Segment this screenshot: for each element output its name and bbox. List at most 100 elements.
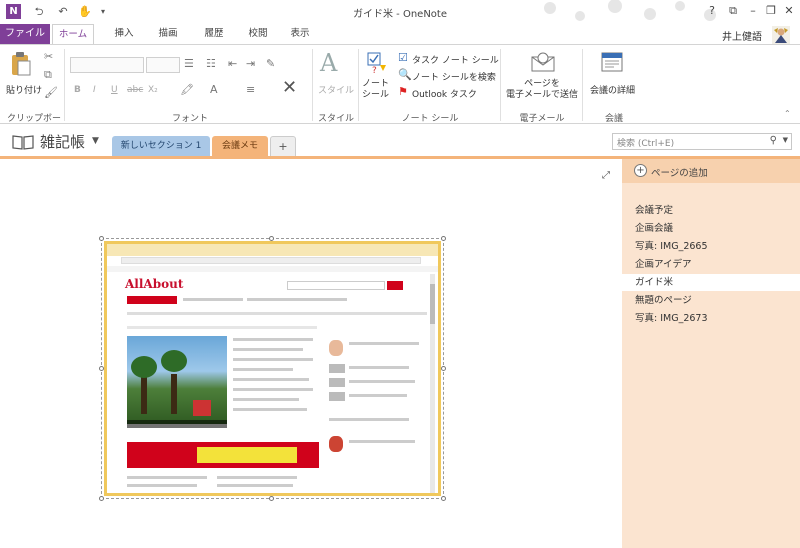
ribbon-separator <box>312 49 313 121</box>
resize-handle[interactable] <box>441 236 446 241</box>
group-label-style: スタイル <box>317 114 354 124</box>
tab-history[interactable]: 履歴 <box>196 24 232 44</box>
bold-button[interactable]: B <box>74 85 81 95</box>
styles-button[interactable]: スタイル <box>318 83 354 96</box>
notebook-name[interactable]: 雑記帳 <box>40 131 85 152</box>
page-item[interactable]: 写真: IMG_2665 <box>622 238 800 255</box>
paste-icon[interactable] <box>10 51 32 77</box>
italic-button[interactable]: I <box>93 85 96 95</box>
resize-handle[interactable] <box>441 496 446 501</box>
back-icon[interactable]: ⮌ <box>32 5 46 19</box>
strikethrough-button[interactable]: abc <box>127 85 143 95</box>
increase-indent-icon[interactable]: ⇥ <box>246 57 255 70</box>
outlook-task-button[interactable]: Outlook タスク <box>412 87 477 100</box>
resize-handle[interactable] <box>269 496 274 501</box>
section-tab-new-section-1[interactable]: 新しいセクション 1 <box>112 136 210 158</box>
collapse-ribbon-icon[interactable]: ⌃ <box>784 109 791 118</box>
note-seal-icon[interactable]: ? <box>366 51 388 75</box>
notebook-book-icon[interactable] <box>12 134 34 150</box>
undo-icon[interactable]: ↶ <box>56 5 70 19</box>
format-painter-icon[interactable]: 🖌 <box>44 86 58 99</box>
page-item-selected[interactable]: ガイド米 <box>622 274 800 291</box>
font-name-combo[interactable] <box>70 57 144 73</box>
note-seal-button[interactable]: ノート シール <box>362 79 389 101</box>
help-button[interactable]: ? <box>703 3 721 19</box>
copy-icon[interactable]: ⧉ <box>44 68 52 82</box>
cut-icon[interactable]: ✂ <box>44 50 53 63</box>
user-name[interactable]: 井上健語 <box>722 28 762 43</box>
add-section-button[interactable]: + <box>270 136 296 158</box>
align-icon[interactable]: ≡ <box>246 83 255 96</box>
send-page-email-button[interactable]: ページを 電子メールで送信 <box>504 79 580 101</box>
underline-button[interactable]: U <box>111 85 118 95</box>
site-text-line <box>329 418 409 421</box>
delete-icon[interactable]: ✕ <box>282 77 297 98</box>
task-checkbox-icon: ☑ <box>398 51 408 64</box>
decrease-indent-icon[interactable]: ⇤ <box>228 57 237 70</box>
tab-draw[interactable]: 描画 <box>150 24 186 44</box>
site-text-line <box>349 366 409 369</box>
restore-button[interactable]: ❐ <box>762 3 780 19</box>
add-page-label: ページの追加 <box>651 168 708 179</box>
task-note-seal-button[interactable]: タスク ノート シール <box>412 53 499 66</box>
ribbon-separator <box>500 49 501 121</box>
allabout-logo: AllAbout <box>125 277 184 291</box>
site-text-line <box>247 298 347 301</box>
meeting-details-icon[interactable] <box>600 51 626 73</box>
pages-pane: + ページの追加 会議予定 企画会議 写真: IMG_2665 企画アイデア ガ… <box>622 159 800 548</box>
font-size-combo[interactable] <box>146 57 180 73</box>
numbering-icon[interactable]: ☷ <box>206 57 216 70</box>
full-page-view-icon[interactable]: ⤢ <box>602 170 610 181</box>
search-icon[interactable]: ⚲ <box>770 135 777 146</box>
site-avatar <box>329 340 343 356</box>
font-color-icon[interactable]: A <box>210 83 218 96</box>
site-text-line <box>127 476 207 479</box>
close-button[interactable]: ✕ <box>780 3 798 19</box>
minimize-button[interactable]: – <box>744 3 762 19</box>
paste-button[interactable]: 貼り付け <box>6 83 42 96</box>
site-text-line <box>233 398 299 401</box>
styles-icon[interactable]: A <box>320 49 337 77</box>
page-item[interactable]: 写真: IMG_2673 <box>622 310 800 327</box>
touch-icon[interactable]: ✋ <box>78 5 92 19</box>
site-photo-caption <box>127 420 227 428</box>
site-feature-photo <box>127 336 227 424</box>
user-avatar[interactable] <box>772 26 790 44</box>
meeting-details-button[interactable]: 会議の詳細 <box>590 83 635 96</box>
section-tab-meeting-notes[interactable]: 会議メモ <box>212 136 268 158</box>
resize-handle[interactable] <box>441 366 446 371</box>
site-thumbnail <box>329 392 345 401</box>
tab-review[interactable]: 校閲 <box>240 24 276 44</box>
customize-quick-access-icon[interactable]: ▾ <box>96 5 110 19</box>
group-label-email: 電子メール <box>519 114 565 124</box>
site-text-line <box>233 388 313 391</box>
site-text-line <box>233 348 303 351</box>
group-label-font: フォント <box>171 114 208 124</box>
tab-insert[interactable]: 挿入 <box>106 24 142 44</box>
add-page-button[interactable]: + ページの追加 <box>622 159 800 183</box>
page-item[interactable]: 会議予定 <box>622 202 800 219</box>
ribbon-display-options-icon[interactable]: ⧉ <box>724 3 742 19</box>
page-item[interactable]: 企画アイデア <box>622 256 800 273</box>
resize-handle[interactable] <box>99 496 104 501</box>
site-text-line <box>233 338 313 341</box>
tab-home[interactable]: ホーム <box>52 24 94 44</box>
tab-view[interactable]: 表示 <box>282 24 318 44</box>
page-item[interactable]: 無題のページ <box>622 292 800 309</box>
notebook-dropdown-icon[interactable]: ▼ <box>92 136 99 146</box>
bullets-icon[interactable]: ☰ <box>184 57 194 70</box>
highlight-color-icon[interactable]: 🖍 <box>180 83 194 96</box>
search-box[interactable]: 検索 (Ctrl+E) ⚲ ▼ <box>612 133 792 150</box>
search-input[interactable]: 検索 (Ctrl+E) <box>617 136 674 149</box>
search-scope-dropdown-icon[interactable]: ▼ <box>783 136 788 144</box>
subscript-button[interactable]: X₂ <box>148 85 158 95</box>
ribbon-tab-bar: ファイル ホーム 挿入 描画 履歴 校閲 表示 井上健語 <box>0 24 800 44</box>
page-item[interactable]: 企画会議 <box>622 220 800 237</box>
clear-format-icon[interactable]: ✎ <box>266 57 275 70</box>
site-text-line <box>349 380 415 383</box>
tab-file[interactable]: ファイル <box>0 24 50 44</box>
embedded-screenshot[interactable]: AllAbout <box>104 241 441 496</box>
search-note-seal-button[interactable]: ノート シールを検索 <box>412 70 496 83</box>
email-icon[interactable] <box>530 51 556 73</box>
site-text-line <box>349 342 419 345</box>
